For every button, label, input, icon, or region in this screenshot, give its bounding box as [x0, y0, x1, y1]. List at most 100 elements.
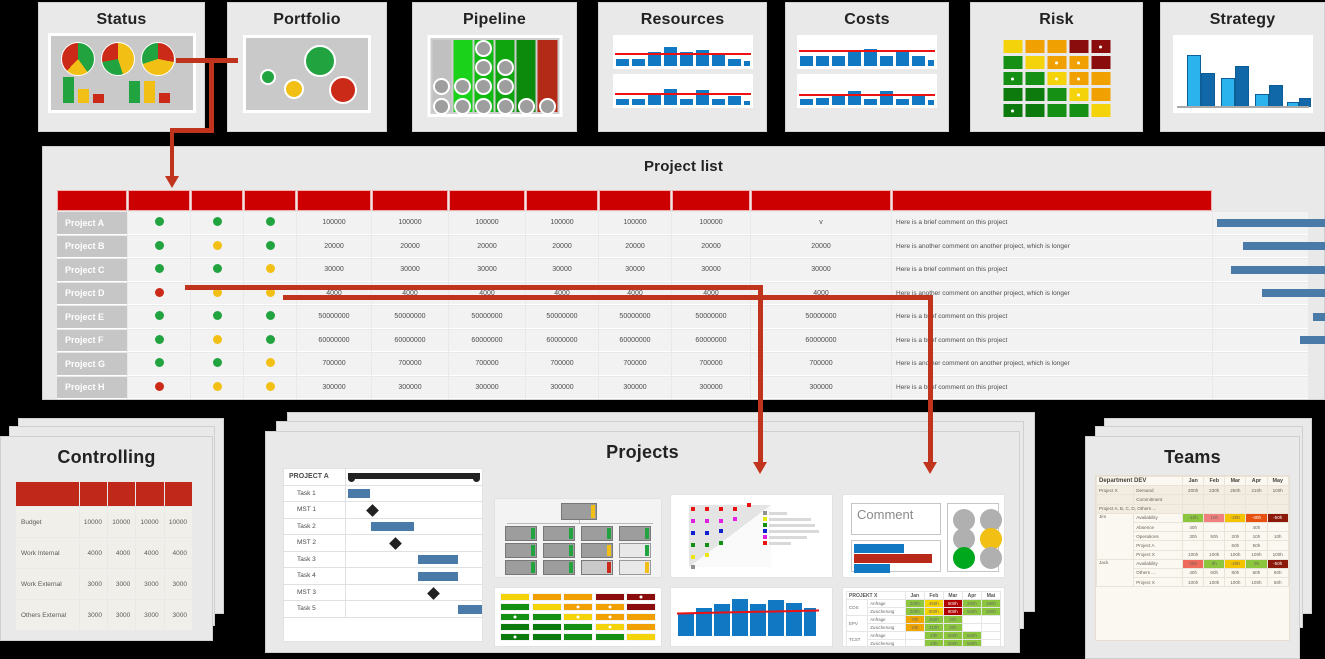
- column-header-8[interactable]: [526, 190, 598, 211]
- teams-row-label: Project X: [1133, 577, 1184, 588]
- projekt-x-value-cell: [980, 615, 1002, 624]
- status-bar-2: [77, 89, 89, 103]
- projekt-x-row: Zusicherung 10h 210h 20h: [847, 623, 1002, 632]
- resource-bar-chart-thumb[interactable]: [670, 587, 833, 647]
- column-header-1[interactable]: [57, 190, 127, 211]
- gantt-task-row[interactable]: Task 1: [284, 485, 482, 502]
- table-row[interactable]: Project A 100000 100000 100000 100000 100000 1…: [57, 212, 1325, 235]
- comment-box[interactable]: Comment: [851, 503, 941, 535]
- projekt-x-value-cell: 180h: [980, 599, 1002, 608]
- project-name-cell[interactable]: Project A: [57, 212, 127, 235]
- column-header-2[interactable]: [128, 190, 190, 211]
- teams-panel[interactable]: Teams Department DEV Jan Feb Mar Apr May Proj…: [1085, 436, 1300, 659]
- column-header-4[interactable]: [244, 190, 296, 211]
- gantt-task-row[interactable]: Task 3: [284, 551, 482, 568]
- teams-value-cell: 100h: [1203, 577, 1226, 588]
- table-row[interactable]: Project C 30000 30000 30000 30000 30000 30000 3…: [57, 259, 1325, 282]
- gantt-task-track: [346, 486, 482, 502]
- gantt-task-row[interactable]: MST 3: [284, 584, 482, 601]
- tile-risk[interactable]: Risk: [970, 2, 1143, 132]
- gantt-bar: [1300, 336, 1325, 345]
- gantt-task-row[interactable]: Task 4: [284, 568, 482, 585]
- projekt-x-month-header: Feb: [923, 591, 944, 600]
- projects-panel[interactable]: Projects PROJECT A Task 1 MST 1 Task 2 MST 2…: [265, 431, 1020, 653]
- gantt-bar: [1313, 312, 1325, 321]
- teams-value-cell: 100h: [1203, 549, 1226, 560]
- table-row[interactable]: Project G 700000 700000 700000 700000 700000 7…: [57, 353, 1308, 376]
- column-header-7[interactable]: [449, 190, 525, 211]
- project-name-cell[interactable]: Project B: [57, 235, 127, 258]
- status-indicator-cell: [244, 259, 296, 282]
- teams-value-cell: 50h: [1245, 540, 1268, 551]
- tile-resources[interactable]: Resources: [598, 2, 767, 132]
- teams-value-cell: -50h: [1266, 512, 1289, 523]
- controlling-value-cell: 3000: [136, 569, 164, 599]
- column-header-11[interactable]: [751, 190, 891, 211]
- gantt-task-row[interactable]: Task 2: [284, 518, 482, 535]
- project-name-cell[interactable]: Project G: [57, 353, 127, 376]
- controlling-column-header-4[interactable]: [136, 482, 164, 506]
- projekt-x-month-header: Mai: [980, 591, 1002, 600]
- rag-green-icon: [154, 264, 164, 274]
- project-name-cell[interactable]: Project E: [57, 306, 127, 329]
- controlling-panel[interactable]: Controlling Budget 10000 10000 10000 10000 Wo…: [0, 436, 213, 641]
- project-name-cell[interactable]: Project F: [57, 329, 127, 352]
- column-header-3[interactable]: [191, 190, 243, 211]
- tile-title-resources: Resources: [640, 11, 725, 28]
- gantt-task-row[interactable]: Task 5: [284, 601, 482, 618]
- controlling-value-cell: 3000: [164, 600, 192, 630]
- wbs-diagram-thumb[interactable]: [494, 498, 662, 578]
- column-header-6[interactable]: [372, 190, 448, 211]
- gantt-task-label: MST 2: [284, 535, 346, 551]
- tile-strategy[interactable]: Strategy: [1160, 2, 1325, 132]
- status-indicator-cell: [128, 282, 190, 305]
- portfolio-bubble-red: [329, 76, 357, 104]
- controlling-column-header-2[interactable]: [79, 482, 107, 506]
- column-header-10[interactable]: [672, 190, 750, 211]
- risk-heatmap-thumb[interactable]: [494, 587, 662, 647]
- table-row[interactable]: Project F 60000000 60000000 60000000 6000000…: [57, 329, 1325, 352]
- column-header-9[interactable]: [599, 190, 671, 211]
- projekt-x-table: PROJEKT X Jan Feb Mar Apr Mai COS Anfrage 200h 4…: [845, 591, 1002, 646]
- status-bar-6: [158, 93, 170, 103]
- teams-row-label: Operations: [1133, 531, 1184, 542]
- column-header-12[interactable]: [892, 190, 1212, 211]
- costs-chart-top: [797, 35, 937, 69]
- table-row[interactable]: Project B 20000 20000 20000 20000 20000 20000 2…: [57, 235, 1325, 258]
- controlling-column-header-5[interactable]: [164, 482, 192, 506]
- rag-green-icon: [154, 358, 164, 368]
- projekt-x-table-thumb[interactable]: PROJEKT X Jan Feb Mar Apr Mai COS Anfrage 200h 4…: [842, 587, 1005, 647]
- pipeline-chart: [427, 35, 562, 117]
- gantt-task-row[interactable]: MST 2: [284, 535, 482, 552]
- column-header-5[interactable]: [297, 190, 371, 211]
- gantt-bar: [1231, 265, 1325, 274]
- gantt-task-row[interactable]: MST 1: [284, 502, 482, 519]
- tile-status[interactable]: Status: [38, 2, 205, 132]
- risk-scatter-thumb[interactable]: [670, 494, 833, 578]
- controlling-column-header-3[interactable]: [107, 482, 136, 506]
- value-cell: 300000: [297, 376, 371, 399]
- table-row[interactable]: Project E 50000000 50000000 50000000 5000000…: [57, 306, 1325, 329]
- projekt-x-value-cell: [980, 631, 1002, 640]
- tile-portfolio[interactable]: Portfolio: [227, 2, 387, 132]
- projekt-x-value-cell: 500h: [942, 599, 963, 608]
- pipeline-col-3: [474, 40, 494, 115]
- rag-red-icon: [154, 381, 164, 391]
- project-name-cell[interactable]: Project H: [57, 376, 127, 399]
- value-cell: 20000: [751, 235, 891, 258]
- table-row[interactable]: Project H 300000 300000 300000 300000 300000 3…: [57, 376, 1308, 399]
- controlling-value-cell: 10000: [79, 507, 107, 537]
- tile-pipeline[interactable]: Pipeline: [412, 2, 577, 132]
- gantt-task-label: Task 1: [284, 485, 346, 501]
- status-bar-3: [92, 94, 104, 103]
- tile-costs[interactable]: Costs: [785, 2, 949, 132]
- value-cell: 100000: [599, 212, 671, 235]
- controlling-column-header-1[interactable]: [16, 482, 79, 506]
- comment-status-thumb[interactable]: Comment: [842, 494, 1005, 578]
- project-name-cell[interactable]: Project C: [57, 259, 127, 282]
- comment-cell: Here is a brief comment on this project: [892, 376, 1212, 399]
- project-name-cell[interactable]: Project D: [57, 282, 127, 305]
- project-a-gantt-thumb[interactable]: PROJECT A Task 1 MST 1 Task 2 MST 2 Task 3 Tas…: [283, 468, 483, 642]
- tile-title-costs: Costs: [844, 11, 890, 28]
- teams-month-header: Jan: [1182, 476, 1205, 487]
